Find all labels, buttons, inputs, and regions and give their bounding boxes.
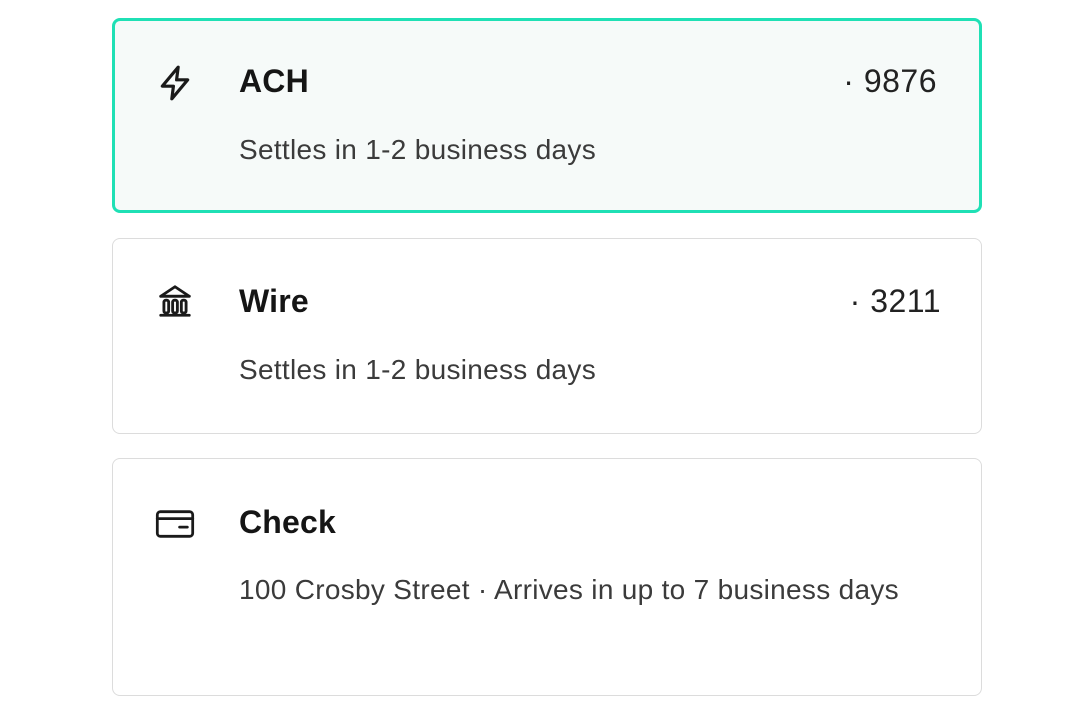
method-title: Wire — [239, 283, 309, 319]
check-icon — [155, 504, 195, 544]
lightning-icon — [155, 63, 195, 103]
method-subtitle: 100 Crosby Street · Arrives in up to 7 b… — [239, 574, 899, 605]
method-title: Check — [239, 504, 337, 540]
account-suffix: · 3211 — [849, 283, 941, 319]
payment-method-ach[interactable]: ACH · 9876 Settles in 1-2 business days — [112, 18, 982, 213]
method-title: ACH — [239, 63, 309, 99]
account-suffix: · 9876 — [843, 63, 937, 99]
bank-icon — [155, 281, 195, 321]
payment-method-check[interactable]: Check 100 Crosby Street · Arrives in up … — [112, 458, 982, 696]
method-subtitle: Settles in 1-2 business days — [239, 354, 597, 385]
method-subtitle: Settles in 1-2 business days — [239, 134, 597, 165]
payment-method-wire[interactable]: Wire · 3211 Settles in 1-2 business days — [112, 238, 982, 434]
